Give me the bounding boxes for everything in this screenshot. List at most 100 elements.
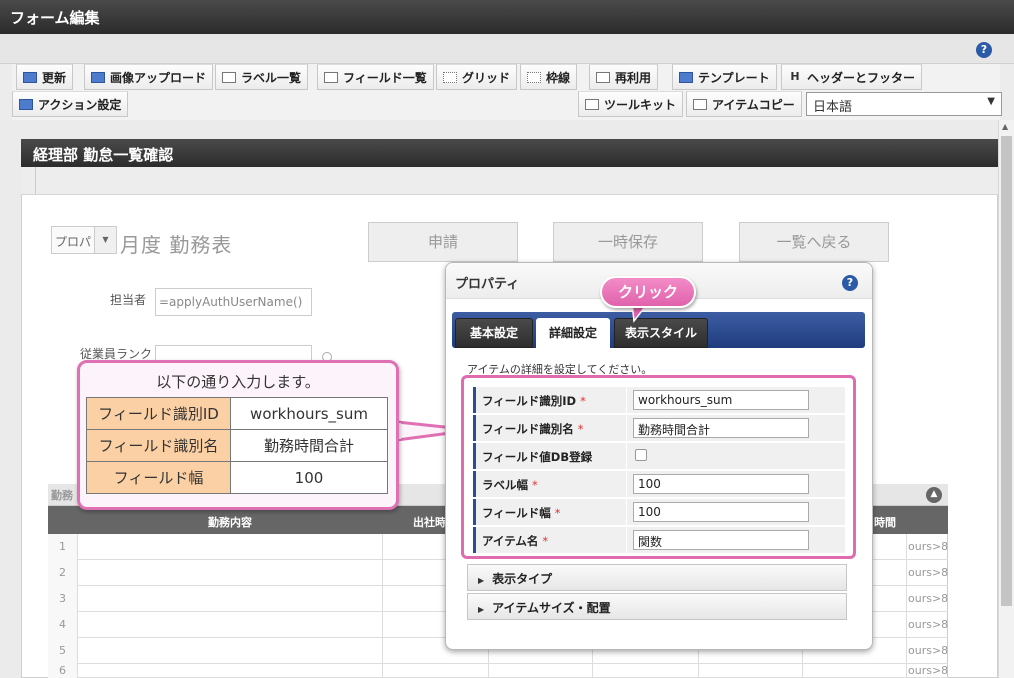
row-number: 2 (48, 560, 78, 586)
row-number: 6 (48, 664, 78, 678)
grid-label: グリッド (462, 70, 511, 85)
callout-value: 勤務時間合計 (230, 429, 388, 462)
save-temp-button[interactable]: 一時保存 (553, 222, 703, 262)
assignee-label: 担当者 (110, 293, 147, 307)
row-number: 1 (48, 534, 78, 560)
dialog-title: プロパティ (455, 277, 520, 292)
image-upload-label: 画像アップロード (110, 70, 207, 85)
scroll-thumb[interactable] (1001, 136, 1012, 606)
row-number: 3 (48, 586, 78, 612)
grid-icon (443, 71, 457, 83)
column-divider (382, 534, 383, 678)
header-footer-label: ヘッダーとフッター (807, 70, 916, 85)
section-label: 表示タイプ (492, 572, 553, 586)
vertical-scrollbar[interactable]: ▲ (998, 120, 1014, 678)
apply-button[interactable]: 申請 (368, 222, 518, 262)
scroll-up-icon[interactable]: ▲ (1002, 122, 1008, 131)
callout-text: 以下の通り入力します。 (156, 373, 320, 391)
field-list-button[interactable]: フィールド一覧 (317, 64, 434, 90)
back-to-list-button[interactable]: 一覧へ戻る (739, 222, 889, 262)
collapse-icon[interactable]: ▲ (926, 487, 942, 503)
action-settings-button[interactable]: アクション設定 (12, 91, 129, 117)
refresh-button[interactable]: 更新 (16, 64, 74, 90)
header-footer-icon: H (790, 69, 800, 83)
row-formula: ours>8, (908, 644, 948, 657)
row-formula: ours>8, (908, 566, 948, 579)
row-formula: ours>8, (908, 540, 948, 553)
row-formula: ours>8, (908, 664, 948, 677)
border-label: 枠線 (546, 70, 571, 85)
click-hint-bubble: クリック (600, 276, 696, 308)
refresh-label: 更新 (42, 70, 67, 85)
assignee-field[interactable]: =applyAuthUserName() (155, 288, 312, 316)
chevron-right-icon: ▶ (478, 605, 485, 614)
template-button[interactable]: テンプレート (672, 64, 777, 90)
row-number: 4 (48, 612, 78, 638)
column-divider (906, 534, 907, 678)
item-copy-label: アイテムコピー (712, 97, 795, 112)
callout-value: workhours_sum (230, 397, 388, 430)
column-header-time: 時間 (874, 516, 896, 529)
language-select[interactable]: 日本語 ▼ (806, 92, 1002, 116)
section-item-size-layout[interactable]: ▶ アイテムサイズ・配置 (467, 593, 847, 620)
template-icon (679, 71, 693, 83)
refresh-icon (23, 71, 37, 83)
column-header-start: 出社時 (413, 516, 446, 529)
form-header: 経理部 勤怠一覧確認 (21, 139, 998, 167)
label-list-button[interactable]: ラベル一覧 (215, 64, 309, 90)
reuse-button[interactable]: 再利用 (589, 64, 659, 90)
form-title: 月度 勤務表 (120, 233, 233, 257)
section-label: アイテムサイズ・配置 (492, 601, 611, 615)
row-formula: ours>8, (908, 618, 948, 631)
chevron-down-icon: ▼ (987, 96, 995, 107)
help-bar: ? (0, 34, 1014, 64)
dialog-help-icon[interactable]: ? (842, 275, 858, 291)
callout-value: 100 (230, 461, 388, 494)
divider (35, 167, 36, 195)
callout-key: フィールド識別名 (86, 429, 231, 462)
help-icon[interactable]: ? (976, 42, 992, 58)
callout-key: フィールド幅 (86, 461, 231, 494)
row-number: 5 (48, 638, 78, 664)
callout-row: フィールド識別名 勤務時間合計 (86, 429, 388, 462)
language-value: 日本語 (813, 100, 853, 115)
prefix-select-value: プロパ (55, 235, 92, 249)
image-upload-button[interactable]: 画像アップロード (84, 64, 214, 90)
form-subbar (21, 167, 998, 195)
border-button[interactable]: 枠線 (520, 64, 578, 90)
callout-key: フィールド識別ID (86, 397, 231, 430)
action-settings-label: アクション設定 (38, 97, 122, 112)
tab-basic-settings[interactable]: 基本設定 (455, 318, 533, 348)
toolkit-button[interactable]: ツールキット (578, 91, 684, 117)
action-icon (19, 98, 33, 110)
form-header-title: 経理部 勤怠一覧確認 (33, 146, 174, 164)
field-list-icon (324, 71, 338, 83)
callout-row: フィールド幅 100 (86, 461, 388, 494)
toolkit-icon (585, 98, 599, 110)
reuse-icon (596, 71, 610, 83)
table-caption: 勤務 (51, 489, 73, 502)
callout-table: フィールド識別ID workhours_sum フィールド識別名 勤務時間合計 フィ… (86, 397, 388, 494)
window-title-bar: フォーム編集 (0, 0, 1014, 34)
chevron-right-icon: ▶ (478, 576, 485, 585)
chevron-down-icon[interactable]: ▼ (94, 227, 116, 253)
template-label: テンプレート (698, 70, 770, 85)
callout-row: フィールド識別ID workhours_sum (86, 397, 388, 430)
label-list-label: ラベル一覧 (241, 70, 302, 85)
item-copy-button[interactable]: アイテムコピー (686, 91, 802, 117)
image-upload-icon (91, 71, 105, 83)
item-copy-icon (693, 98, 707, 110)
prefix-select[interactable]: プロパ ▼ (51, 226, 117, 254)
border-icon (527, 71, 541, 83)
column-header-work: 勤務内容 (208, 516, 252, 529)
highlight-frame (461, 375, 856, 559)
table-row: 6 ours>8, (48, 664, 948, 678)
field-list-label: フィールド一覧 (343, 70, 427, 85)
tab-detail-settings[interactable]: 詳細設定 (536, 318, 610, 348)
reuse-label: 再利用 (615, 70, 652, 85)
label-list-icon (222, 71, 236, 83)
section-display-type[interactable]: ▶ 表示タイプ (467, 564, 847, 591)
row-formula: ours>8, (908, 592, 948, 605)
header-footer-button[interactable]: H ヘッダーとフッター (781, 64, 923, 90)
grid-button[interactable]: グリッド (436, 64, 518, 90)
